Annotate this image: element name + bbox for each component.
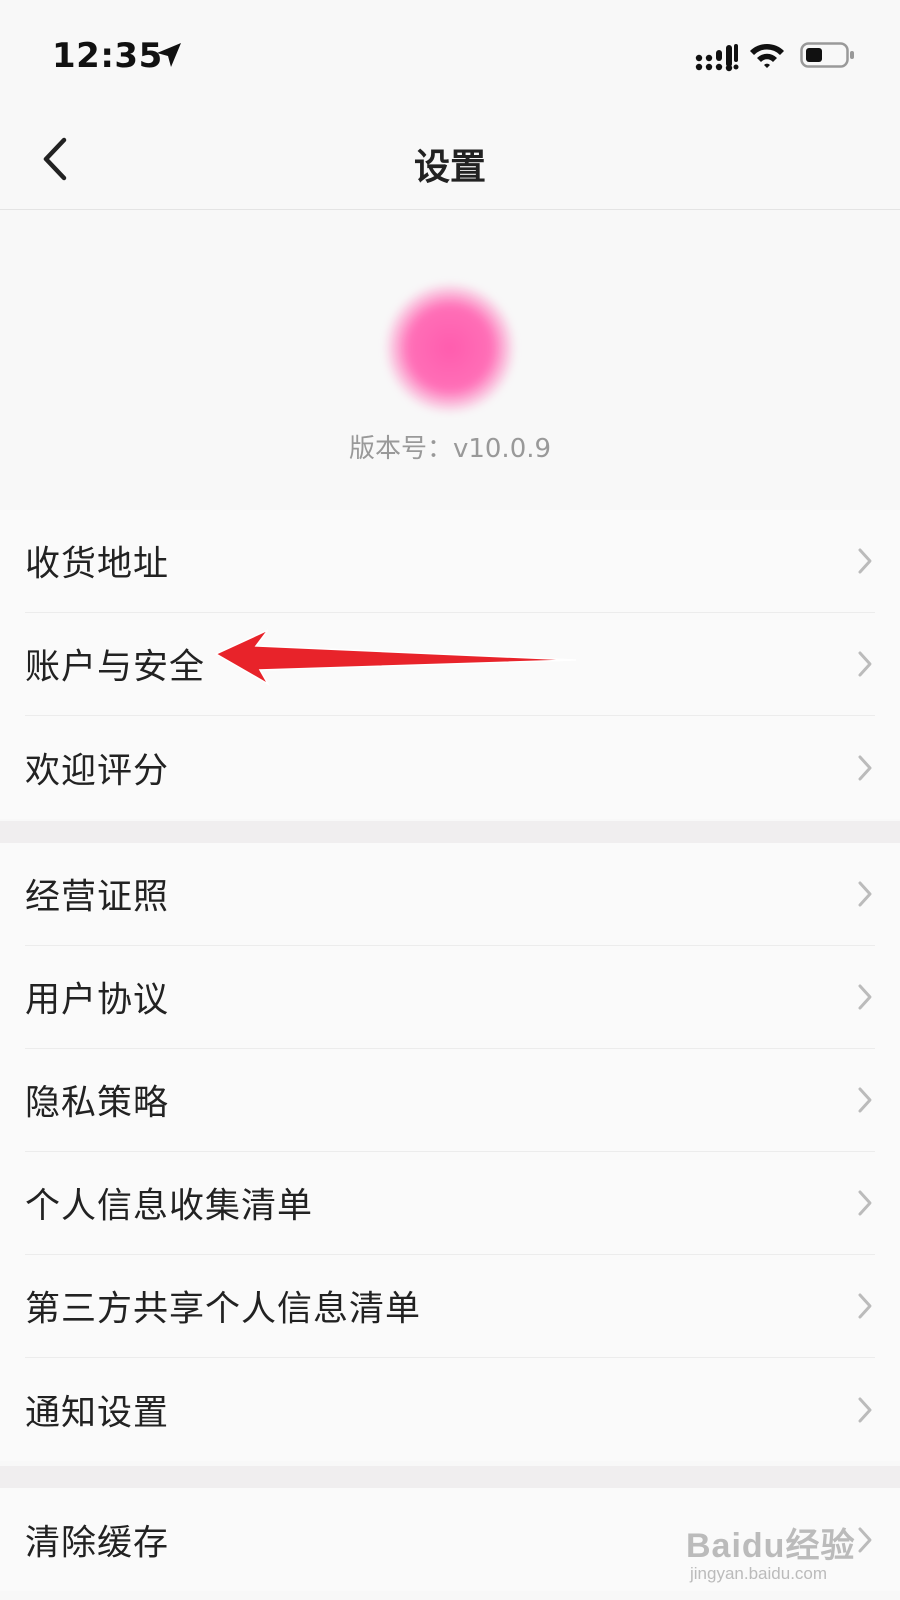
settings-item-privacy-policy[interactable]: 隐私策略 xyxy=(25,1049,875,1152)
nav-bar: 设置 xyxy=(0,110,900,210)
watermark: Baidu经验 jingyan.baidu.com xyxy=(686,1518,876,1588)
chevron-right-icon xyxy=(858,755,872,780)
settings-item-label: 收货地址 xyxy=(25,544,170,585)
version-label: 版本号：v10.0.9 xyxy=(348,434,552,464)
settings-item-label: 经营证照 xyxy=(25,877,170,918)
settings-item-label: 个人信息收集清单 xyxy=(25,1186,314,1227)
settings-item-label: 第三方共享个人信息清单 xyxy=(25,1289,422,1330)
chevron-right-icon xyxy=(858,1190,872,1216)
chevron-right-icon xyxy=(858,1397,872,1422)
settings-item-label: 通知设置 xyxy=(25,1393,170,1433)
status-bar: 12:35 xyxy=(0,0,900,110)
settings-item-business-license[interactable]: 经营证照 xyxy=(25,843,875,946)
settings-item-notification-settings[interactable]: 通知设置 xyxy=(25,1358,875,1461)
chevron-right-icon xyxy=(858,1293,872,1319)
settings-group-2: 经营证照 用户协议 隐私策略 个人信息收集清单 第三方共享个人信息清单 通知设置 xyxy=(0,843,900,1461)
settings-item-label: 隐私策略 xyxy=(25,1083,170,1124)
wifi-icon xyxy=(750,43,784,68)
settings-item-label: 用户协议 xyxy=(25,980,170,1021)
battery-icon xyxy=(800,42,854,68)
chevron-right-icon xyxy=(858,881,872,907)
chevron-right-icon xyxy=(858,984,872,1010)
location-arrow-icon xyxy=(157,43,181,67)
watermark-logo-text: Baidu经验 xyxy=(686,1527,856,1565)
annotation-arrow-icon xyxy=(214,629,577,686)
section-separator xyxy=(0,1466,900,1488)
app-logo xyxy=(385,282,515,413)
app-logo-area xyxy=(340,275,560,420)
chevron-right-icon xyxy=(858,1087,872,1113)
chevron-right-icon xyxy=(858,651,872,677)
cellular-signal-icon xyxy=(695,44,739,72)
settings-item-label: 清除缓存 xyxy=(25,1523,170,1563)
chevron-right-icon xyxy=(858,548,872,574)
watermark-url: jingyan.baidu.com xyxy=(690,1564,828,1583)
settings-item-user-agreement[interactable]: 用户协议 xyxy=(25,946,875,1049)
section-separator xyxy=(0,821,900,843)
status-time: 12:35 xyxy=(52,36,163,76)
settings-item-third-party-sharing-list[interactable]: 第三方共享个人信息清单 xyxy=(25,1255,875,1358)
settings-item-label: 欢迎评分 xyxy=(25,751,170,791)
settings-item-personal-info-list[interactable]: 个人信息收集清单 xyxy=(25,1152,875,1255)
settings-item-shipping-address[interactable]: 收货地址 xyxy=(25,510,875,613)
settings-item-rate-app[interactable]: 欢迎评分 xyxy=(25,716,875,819)
page-title: 设置 xyxy=(413,147,486,188)
settings-item-label: 账户与安全 xyxy=(25,647,206,688)
